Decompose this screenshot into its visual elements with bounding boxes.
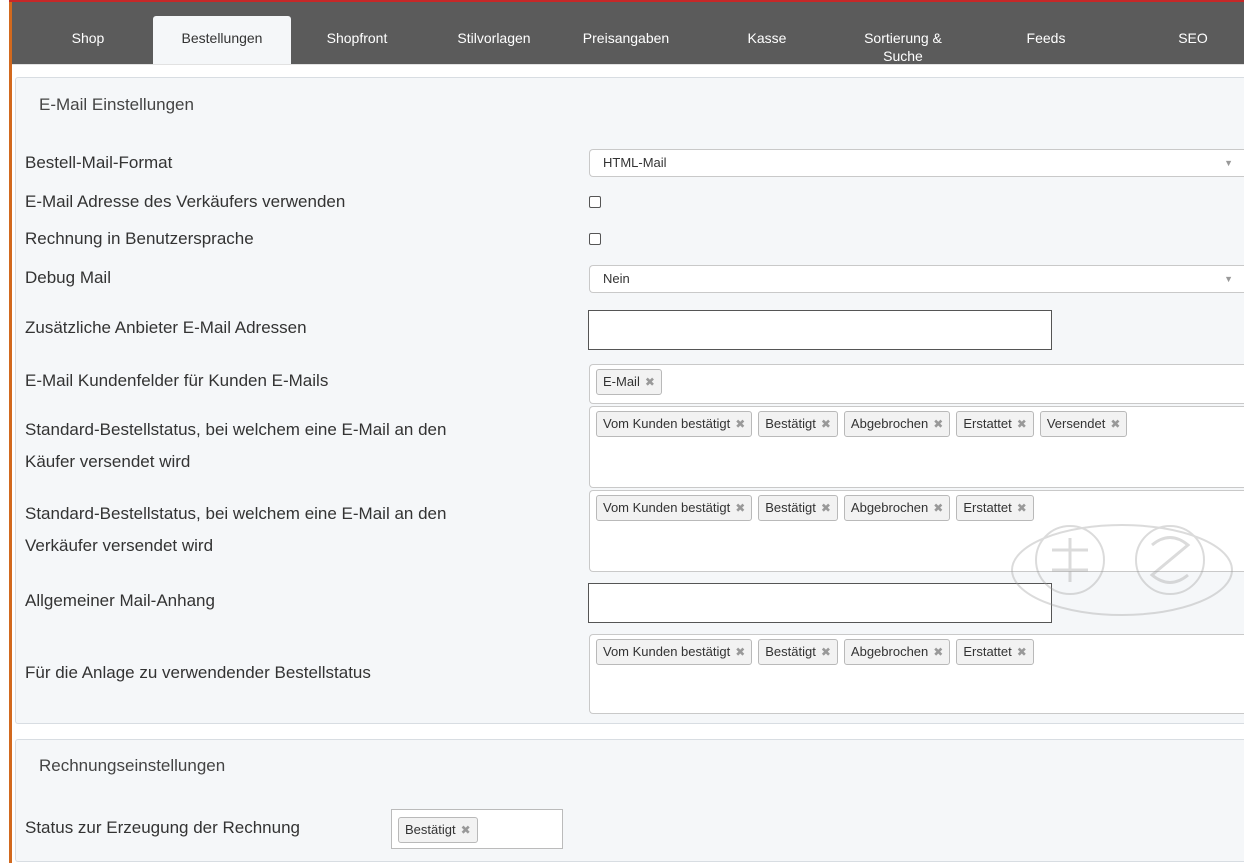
remove-icon[interactable]: ✖: [1110, 417, 1120, 431]
attachment-status-tagbox[interactable]: Vom Kunden bestätigt ✖ Bestätigt ✖ Abgebro…: [589, 634, 1244, 714]
remove-icon[interactable]: ✖: [1017, 417, 1027, 431]
order-mail-format-value: HTML-Mail: [603, 155, 667, 170]
remove-icon[interactable]: ✖: [933, 645, 943, 659]
tag: Versendet ✖: [1039, 411, 1128, 437]
debug-mail-select[interactable]: Nein ▼: [589, 265, 1244, 293]
buyer-status-tagbox[interactable]: Vom Kunden bestätigt ✖ Bestätigt ✖ Abgebro…: [589, 406, 1244, 488]
tab-bestellungen[interactable]: Bestellungen: [153, 16, 291, 64]
use-seller-email-checkbox[interactable]: [589, 196, 601, 208]
invoice-status-label: Status zur Erzeugung der Rechnung: [25, 818, 301, 837]
tab-preisangaben[interactable]: Preisangaben: [570, 2, 682, 64]
customer-fields-label: E-Mail Kundenfelder für Kunden E-Mails: [25, 371, 329, 390]
invoice-user-language-label: Rechnung in Benutzersprache: [25, 229, 254, 248]
tag: Bestätigt ✖: [758, 639, 838, 665]
tag: Erstattet ✖: [956, 495, 1034, 521]
tag: Bestätigt ✖: [758, 411, 838, 437]
remove-icon[interactable]: ✖: [821, 417, 831, 431]
tag: Vom Kunden bestätigt ✖: [596, 495, 753, 521]
seller-status-label: Standard-Bestellstatus, bei welchem eine…: [25, 504, 447, 555]
tag: Vom Kunden bestätigt ✖: [596, 639, 753, 665]
settings-tabbar: Shop Bestellungen Shopfront Stilvorlagen…: [12, 2, 1244, 65]
invoice-settings-panel: Rechnungseinstellungen Status zur Erzeug…: [15, 739, 1244, 862]
tag: Abgebrochen ✖: [843, 495, 951, 521]
tab-stilvorlagen[interactable]: Stilvorlagen: [434, 2, 554, 64]
tag: Erstattet ✖: [956, 639, 1034, 665]
remove-icon[interactable]: ✖: [1017, 501, 1027, 515]
seller-status-tagbox[interactable]: Vom Kunden bestätigt ✖ Bestätigt ✖ Abgebro…: [589, 490, 1244, 572]
tab-kasse[interactable]: Kasse: [738, 2, 796, 64]
additional-emails-input[interactable]: [588, 310, 1052, 350]
remove-icon[interactable]: ✖: [645, 375, 655, 389]
remove-icon[interactable]: ✖: [933, 417, 943, 431]
tag: Vom Kunden bestätigt ✖: [596, 411, 753, 437]
remove-icon[interactable]: ✖: [735, 501, 745, 515]
remove-icon[interactable]: ✖: [1017, 645, 1027, 659]
remove-icon[interactable]: ✖: [461, 823, 471, 837]
additional-emails-label: Zusätzliche Anbieter E-Mail Adressen: [25, 318, 307, 337]
order-mail-format-label: Bestell-Mail-Format: [25, 153, 173, 172]
tag: E-Mail ✖: [596, 369, 662, 395]
chevron-down-icon: ▼: [1224, 274, 1233, 284]
attachment-status-label: Für die Anlage zu verwendender Bestellst…: [25, 663, 371, 682]
tab-seo[interactable]: SEO: [1162, 2, 1224, 64]
panel-title: E-Mail Einstellungen: [39, 95, 194, 114]
buyer-status-label: Standard-Bestellstatus, bei welchem eine…: [25, 420, 447, 471]
remove-icon[interactable]: ✖: [933, 501, 943, 515]
remove-icon[interactable]: ✖: [735, 645, 745, 659]
tag: Abgebrochen ✖: [843, 639, 951, 665]
debug-mail-label: Debug Mail: [25, 268, 111, 287]
tab-feeds[interactable]: Feeds: [1015, 2, 1077, 64]
debug-mail-value: Nein: [603, 271, 630, 286]
general-attachment-input[interactable]: [588, 583, 1052, 623]
invoice-status-tagbox[interactable]: Bestätigt ✖: [391, 809, 563, 849]
window-edge: [0, 0, 9, 863]
use-seller-email-label: E-Mail Adresse des Verkäufers verwenden: [25, 192, 346, 211]
tab-shop[interactable]: Shop: [48, 2, 128, 64]
customer-fields-tagbox[interactable]: E-Mail ✖: [589, 364, 1244, 404]
tag: Abgebrochen ✖: [843, 411, 951, 437]
general-attachment-label: Allgemeiner Mail-Anhang: [25, 591, 215, 610]
order-mail-format-select[interactable]: HTML-Mail ▼: [589, 149, 1244, 177]
email-settings-panel: E-Mail Einstellungen Bestell-Mail-Format…: [15, 77, 1244, 724]
remove-icon[interactable]: ✖: [821, 501, 831, 515]
left-accent-strip: [9, 2, 12, 863]
panel-title: Rechnungseinstellungen: [39, 756, 226, 775]
tag: Erstattet ✖: [956, 411, 1034, 437]
remove-icon[interactable]: ✖: [735, 417, 745, 431]
tag: Bestätigt ✖: [758, 495, 838, 521]
tab-shopfront[interactable]: Shopfront: [307, 2, 407, 64]
invoice-user-language-checkbox[interactable]: [589, 233, 601, 245]
chevron-down-icon: ▼: [1224, 158, 1233, 168]
tag: Bestätigt ✖: [398, 817, 478, 843]
remove-icon[interactable]: ✖: [821, 645, 831, 659]
tab-sortierung-suche[interactable]: Sortierung & Suche: [848, 2, 958, 64]
